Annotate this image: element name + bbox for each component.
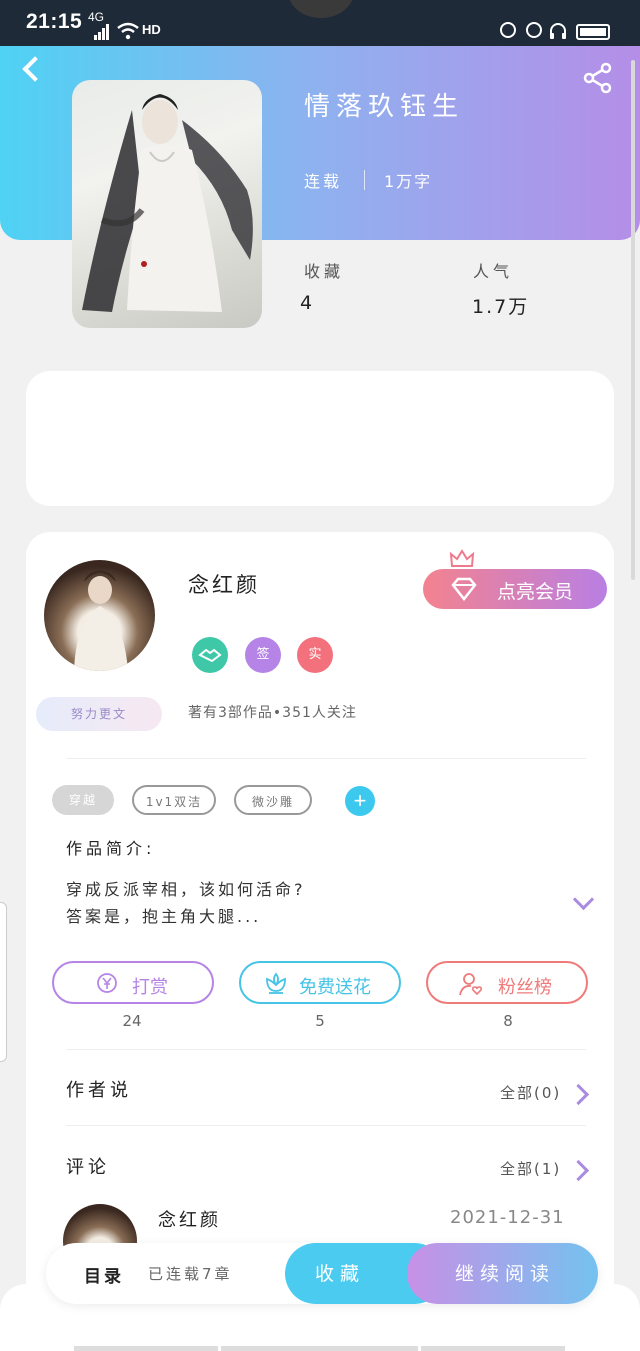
diamond-icon xyxy=(451,577,477,601)
toc-button[interactable]: 目录 xyxy=(84,1262,124,1287)
fans-count: 8 xyxy=(503,1012,513,1030)
alarm-icon xyxy=(526,22,542,38)
book-status: 连载 xyxy=(304,172,343,191)
popularity-label: 人气 xyxy=(473,262,514,281)
fans-rank-button[interactable]: 粉丝榜 xyxy=(426,961,588,1004)
author-avatar[interactable] xyxy=(44,560,155,671)
tip-count: 24 xyxy=(122,1012,142,1030)
continue-reading-label: 继续阅读 xyxy=(455,1263,556,1285)
toc-status: 已连载7章 xyxy=(148,1265,233,1283)
edge-handle[interactable] xyxy=(0,902,7,1062)
author-says-all-link[interactable]: 全部(0) xyxy=(500,1082,561,1103)
author-name[interactable]: 念红颜 xyxy=(188,569,260,599)
promo-card xyxy=(26,371,614,506)
intro-label: 作品简介: xyxy=(66,839,156,858)
status-divider xyxy=(364,170,365,190)
signed-icon: 签 xyxy=(245,637,281,673)
intro-line: 答案是，抱主角大腿... xyxy=(66,907,262,926)
popularity-value: 1.7万 xyxy=(472,296,530,318)
tip-button[interactable]: 打赏 xyxy=(52,961,214,1004)
comment-date: 2021-12-31 xyxy=(450,1207,565,1228)
fans-rank-label: 粉丝榜 xyxy=(498,977,552,997)
continue-reading-button[interactable]: 继续阅读 xyxy=(407,1243,598,1304)
fans-icon xyxy=(459,973,483,996)
comment-author-name: 念红颜 xyxy=(158,1210,221,1231)
lock-rotation-icon xyxy=(500,22,516,38)
divider xyxy=(66,758,586,759)
handshake-icon xyxy=(192,637,228,673)
author-works-summary: 著有3部作品•351人关注 xyxy=(188,705,357,721)
nav-indicator xyxy=(421,1346,565,1351)
comments-title: 评论 xyxy=(66,1157,110,1178)
effort-badge: 努力更文 xyxy=(36,697,162,731)
cover-illustration xyxy=(82,94,253,312)
status-bar: 21:15 4G HD xyxy=(0,0,640,46)
flower-count: 5 xyxy=(315,1012,325,1030)
comments-all-link[interactable]: 全部(1) xyxy=(500,1158,561,1179)
battery-icon xyxy=(576,24,610,40)
tag-chip[interactable]: 1v1双洁 xyxy=(132,785,216,815)
send-flower-button[interactable]: 免费送花 xyxy=(239,961,401,1004)
favorites-label: 收藏 xyxy=(304,262,345,281)
status-time: 21:15 xyxy=(26,10,83,33)
flower-icon xyxy=(266,972,286,994)
send-flower-label: 免费送花 xyxy=(299,977,371,997)
camera-notch xyxy=(288,0,354,18)
tip-button-label: 打赏 xyxy=(132,977,168,997)
yen-icon xyxy=(97,973,117,993)
nav-indicator xyxy=(221,1346,418,1351)
author-says-title: 作者说 xyxy=(66,1080,132,1101)
handshake-glyph xyxy=(198,648,222,663)
real-icon: 实 xyxy=(297,637,333,673)
divider xyxy=(66,1049,586,1050)
headphones-icon xyxy=(550,23,566,39)
vip-button[interactable]: 点亮会员 xyxy=(423,569,607,609)
favorites-value: 4 xyxy=(300,292,315,314)
collect-button-label: 收藏 xyxy=(315,1263,366,1285)
avatar-illustration xyxy=(74,570,128,671)
wifi-icon xyxy=(117,22,139,40)
book-title: 情落玖钰生 xyxy=(304,92,465,122)
add-tag-button[interactable]: + xyxy=(345,786,375,816)
network-indicator: 4G xyxy=(88,10,105,24)
intro-line: 穿成反派宰相，该如何活命? xyxy=(66,880,306,899)
tag-chip[interactable]: 穿越 xyxy=(52,785,114,815)
signal-icon xyxy=(94,24,109,40)
book-word-count: 1万字 xyxy=(384,172,433,191)
tag-chip[interactable]: 微沙雕 xyxy=(234,785,312,815)
scrollbar[interactable] xyxy=(631,60,635,580)
share-icon[interactable] xyxy=(582,62,614,94)
divider xyxy=(66,1125,586,1126)
hd-indicator: HD xyxy=(142,22,161,37)
book-cover[interactable] xyxy=(72,80,262,328)
vip-button-label: 点亮会员 xyxy=(497,582,574,603)
crown-icon xyxy=(449,549,475,567)
nav-indicator xyxy=(74,1346,218,1351)
